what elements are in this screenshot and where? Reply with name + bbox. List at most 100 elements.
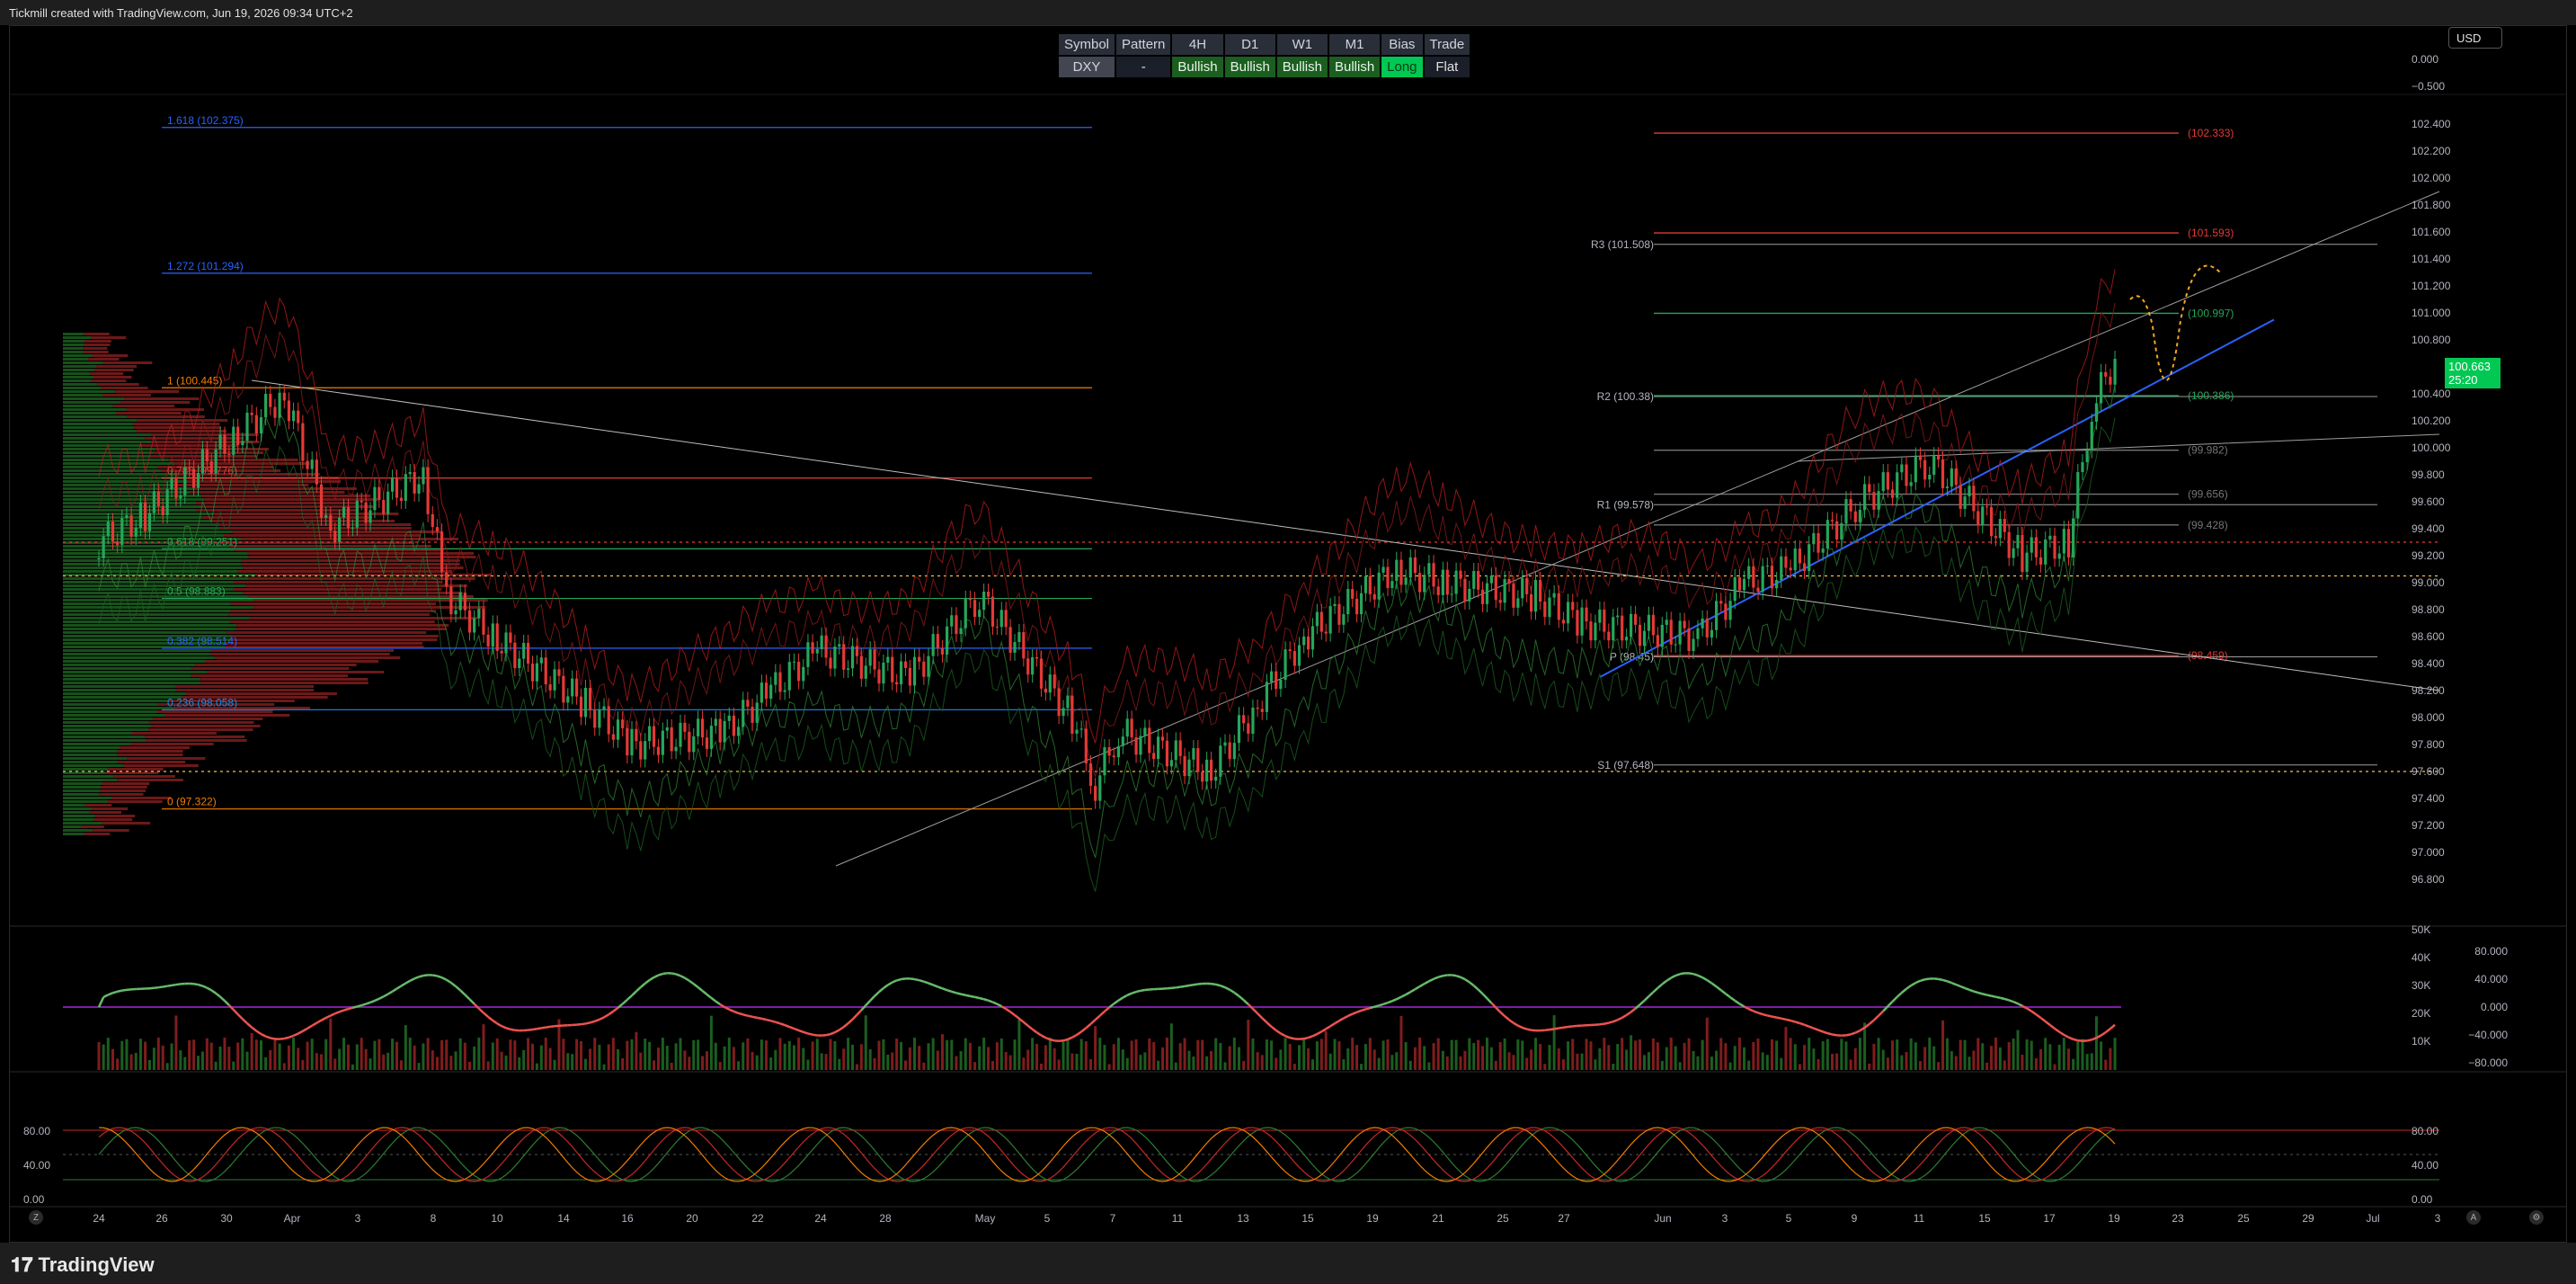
volume-bar bbox=[1175, 1063, 1177, 1070]
oscillator-line bbox=[980, 998, 984, 999]
candle-body bbox=[811, 642, 813, 653]
volume-bar bbox=[1117, 1038, 1120, 1070]
oscillator-line bbox=[1077, 1031, 1081, 1035]
volume-bar bbox=[1000, 1039, 1003, 1070]
oscillator-line bbox=[1050, 1039, 1054, 1040]
volume-bar bbox=[1666, 1048, 1668, 1070]
candle-body bbox=[501, 651, 503, 654]
volume-bar bbox=[2030, 1041, 2033, 1070]
candle-body bbox=[978, 610, 981, 617]
candle-body bbox=[166, 489, 169, 515]
stoch-axis-label: 80.00 bbox=[2412, 1125, 2438, 1137]
candle-body bbox=[422, 468, 424, 485]
candle-body bbox=[1085, 728, 1088, 763]
time-axis-label: Apr bbox=[284, 1212, 301, 1225]
candle-body bbox=[1724, 603, 1727, 620]
oscillator-line bbox=[975, 997, 980, 998]
chart-canvas[interactable]: 1.618 (102.375)1.272 (101.294)1 (100.445… bbox=[0, 0, 2576, 1284]
candle-body bbox=[417, 484, 420, 493]
volume-bar bbox=[1219, 1043, 1221, 1070]
oscillator-line bbox=[289, 1036, 293, 1038]
candle-body bbox=[964, 599, 967, 629]
pivot-label: R2 (100.38) bbox=[1597, 390, 1654, 403]
oscillator-line bbox=[888, 983, 893, 985]
volume-bar bbox=[1521, 1040, 1523, 1070]
oscillator-line bbox=[752, 1017, 757, 1018]
oscillator-line bbox=[1257, 1013, 1262, 1018]
oscillator-line bbox=[956, 993, 961, 994]
settings-icon[interactable]: ⚙ bbox=[2529, 1210, 2544, 1225]
volume-bar bbox=[1395, 1052, 1398, 1070]
candle-body bbox=[1058, 689, 1061, 717]
candle-body bbox=[1148, 727, 1150, 753]
candle-body bbox=[1914, 456, 1917, 483]
candle-body bbox=[255, 415, 258, 433]
volume-bar bbox=[1896, 1039, 1898, 1070]
volume-bar bbox=[825, 1054, 828, 1070]
volume-bar bbox=[2003, 1060, 2006, 1070]
oscillator-line bbox=[506, 1028, 511, 1030]
candle-body bbox=[1414, 557, 1417, 573]
volume-bar bbox=[440, 1040, 443, 1070]
volume-profile-bar bbox=[176, 689, 314, 691]
oscillator-line bbox=[2000, 998, 2004, 999]
oscillator-line bbox=[928, 983, 933, 985]
candle-body bbox=[338, 518, 341, 542]
volume-bar bbox=[964, 1039, 967, 1070]
volume-profile-bar bbox=[63, 408, 127, 411]
currency-selector[interactable]: USD bbox=[2448, 27, 2502, 49]
oscillator-line bbox=[316, 1021, 321, 1023]
oscillator-line bbox=[1304, 1038, 1309, 1039]
oscillator-line bbox=[1969, 990, 1974, 992]
candle-body bbox=[283, 393, 286, 401]
candle-body bbox=[545, 657, 547, 684]
volume-bar bbox=[1062, 1041, 1065, 1070]
candle-body bbox=[1683, 620, 1685, 628]
oscillator-line bbox=[1799, 1023, 1804, 1025]
candle-body bbox=[710, 726, 713, 749]
candle-body bbox=[504, 632, 507, 653]
candle-body bbox=[116, 541, 119, 545]
volume-bar bbox=[1261, 1055, 1264, 1070]
volume-bar bbox=[2017, 1030, 2020, 1070]
volume-bar bbox=[540, 1046, 543, 1070]
volume-profile-bar bbox=[63, 768, 108, 771]
volume-profile-bar bbox=[63, 703, 158, 706]
volume-bar bbox=[1859, 1038, 1861, 1070]
volume-bar bbox=[589, 1048, 591, 1070]
goto-date-icon[interactable]: Z bbox=[29, 1210, 43, 1225]
volume-profile-bar bbox=[63, 628, 235, 630]
candle-body bbox=[566, 696, 569, 702]
volume-profile-bar bbox=[63, 426, 134, 429]
volume-bar bbox=[562, 1039, 564, 1070]
candle-body bbox=[2100, 372, 2102, 404]
volume-bar bbox=[1414, 1048, 1417, 1070]
volume-bar bbox=[666, 1046, 669, 1070]
candle-body bbox=[1161, 736, 1164, 740]
oscillator-line bbox=[632, 991, 636, 995]
tradingview-logo[interactable]: 𝟏𝟕 TradingView bbox=[11, 1253, 155, 1277]
volume-profile-bar bbox=[89, 811, 121, 814]
volume-bar bbox=[960, 1051, 963, 1070]
candle-body bbox=[1719, 601, 1722, 603]
oscillator-line bbox=[194, 984, 199, 985]
oscillator-line bbox=[502, 1026, 506, 1028]
volume-profile-bar bbox=[84, 833, 111, 835]
volume-profile-bar bbox=[63, 620, 230, 623]
volume-bar bbox=[527, 1038, 529, 1070]
candle-body bbox=[373, 487, 376, 511]
auto-scale-icon[interactable]: A bbox=[2466, 1210, 2481, 1225]
volume-profile-bar bbox=[116, 412, 181, 415]
oscillator-line bbox=[776, 1022, 780, 1024]
oscillator-line bbox=[1622, 1015, 1627, 1018]
volume-profile-bar bbox=[244, 584, 466, 587]
oscillator-line bbox=[326, 1015, 331, 1017]
volume-bar bbox=[833, 1041, 836, 1070]
table-header-cell: Trade bbox=[1425, 34, 1470, 55]
volume-bar bbox=[111, 1049, 114, 1070]
volume-bar bbox=[1031, 1038, 1034, 1070]
target-label: (100.997) bbox=[2188, 307, 2234, 319]
volume-bar bbox=[1630, 1035, 1632, 1070]
candle-body bbox=[946, 627, 948, 655]
time-axis-label: Jun bbox=[1654, 1212, 1671, 1225]
